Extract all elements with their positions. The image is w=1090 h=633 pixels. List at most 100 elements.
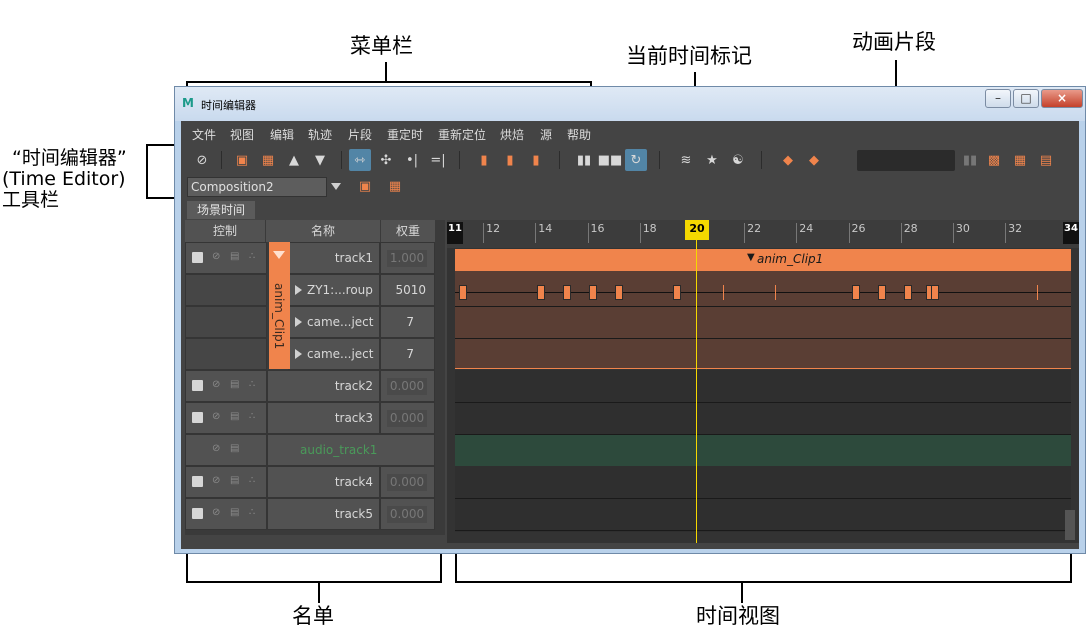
mute-icon[interactable]: ⊘ <box>212 411 220 422</box>
menu-track[interactable]: 轨迹 <box>308 126 332 143</box>
track-name-cell[interactable]: track3 <box>267 402 380 434</box>
menu-source[interactable]: 源 <box>540 126 552 143</box>
lock-icon[interactable]: ∴ <box>249 475 255 486</box>
menu-view[interactable]: 视图 <box>230 126 254 143</box>
collapse-arrow-icon[interactable] <box>273 251 285 259</box>
weight-field[interactable]: 0.000 <box>387 378 427 395</box>
keyframe-marker[interactable] <box>673 285 681 300</box>
chevron-down-icon[interactable] <box>331 183 341 190</box>
new-composition-icon[interactable]: ▣ <box>355 177 375 197</box>
mute-icon[interactable]: ⊘ <box>191 149 213 171</box>
solo-icon[interactable]: ▤ <box>230 411 239 422</box>
keyframe-marker[interactable] <box>459 285 467 300</box>
composition-list-icon[interactable]: ▦ <box>385 177 405 197</box>
curve-view-icon[interactable]: ▩ <box>983 149 1005 171</box>
lock-icon[interactable]: ∴ <box>249 379 255 390</box>
track-name-cell[interactable]: track1 <box>288 242 380 274</box>
track-name-cell[interactable]: track5 <box>267 498 380 530</box>
maximize-button[interactable]: □ <box>1013 89 1039 108</box>
current-time-marker[interactable]: 20 <box>685 220 709 240</box>
keyframe-tick[interactable] <box>723 285 724 300</box>
menu-edit[interactable]: 编辑 <box>270 126 294 143</box>
anim-clip-bar[interactable]: ▼ anim_Clip1 <box>455 249 1071 271</box>
hold-icon[interactable]: ▮▮ <box>573 149 595 171</box>
bar-icon[interactable]: ▮▮ <box>959 149 981 171</box>
range-start-marker[interactable]: 11 <box>447 222 463 244</box>
menu-relocate[interactable]: 重新定位 <box>438 126 486 143</box>
track-name-cell[interactable]: track2 <box>267 370 380 402</box>
layer-remove-icon[interactable]: ◆ <box>803 149 825 171</box>
mute-icon[interactable]: ⊘ <box>212 379 220 390</box>
keyframe-marker[interactable] <box>878 285 886 300</box>
keyframe-tick[interactable] <box>775 285 776 300</box>
add-track-above-icon[interactable]: ▲ <box>283 149 305 171</box>
weight-field[interactable]: 0.000 <box>387 474 427 491</box>
move-icon[interactable]: ✣ <box>375 149 397 171</box>
clip-label-column[interactable]: anim_Clip1 <box>269 242 290 369</box>
grid-view-icon[interactable]: ▦ <box>1009 149 1031 171</box>
enable-checkbox[interactable] <box>192 380 203 391</box>
create-group-icon[interactable]: ▦ <box>257 149 279 171</box>
weight-field[interactable]: 0.000 <box>387 410 427 427</box>
expand-arrow-icon[interactable] <box>295 317 302 327</box>
audio-track-name-cell[interactable]: audio_track1 <box>267 434 435 466</box>
mute-icon[interactable]: ⊘ <box>212 507 220 518</box>
time-view-panel[interactable]: 11 34 12 14 16 18 22 24 26 28 30 32 ▼ anim_Clip1 <box>447 220 1079 543</box>
keyframe-tick[interactable] <box>1037 285 1038 300</box>
mute-icon[interactable]: ⊘ <box>212 443 220 454</box>
solo-icon[interactable]: ▤ <box>230 475 239 486</box>
weight-field[interactable]: 0.000 <box>387 506 427 523</box>
keyframe-marker[interactable] <box>931 285 939 300</box>
expand-arrow-icon[interactable] <box>295 285 302 295</box>
create-clip-icon[interactable]: ▣ <box>231 149 253 171</box>
attr-name-cell[interactable]: ZY1:...roup <box>288 274 380 306</box>
menu-file[interactable]: 文件 <box>192 126 216 143</box>
lock-icon[interactable]: ∴ <box>249 507 255 518</box>
retarget-icon[interactable]: ☯ <box>727 149 749 171</box>
tab-scene-time[interactable]: 场景时间 <box>187 201 255 219</box>
enable-checkbox[interactable] <box>192 476 203 487</box>
snap-icon[interactable]: =| <box>427 149 449 171</box>
trim-left-icon[interactable]: ▮ <box>473 149 495 171</box>
move-key-icon[interactable]: ⇿ <box>349 149 371 171</box>
attr-name-cell[interactable]: came...ject <box>288 306 380 338</box>
layer-add-icon[interactable]: ◆ <box>777 149 799 171</box>
weight-field[interactable]: 1.000 <box>387 250 427 267</box>
minimize-button[interactable]: – <box>985 89 1011 108</box>
image-view-icon[interactable]: ▤ <box>1035 149 1057 171</box>
trim-right-icon[interactable]: ▮ <box>525 149 547 171</box>
menu-help[interactable]: 帮助 <box>567 126 591 143</box>
keyframe-marker[interactable] <box>537 285 545 300</box>
split-icon[interactable]: •| <box>401 149 423 171</box>
menu-bake[interactable]: 烘焙 <box>500 126 524 143</box>
search-field[interactable] <box>857 150 955 171</box>
range-end-marker[interactable]: 34 <box>1063 222 1079 244</box>
track-name-cell[interactable]: track4 <box>267 466 380 498</box>
vertical-scrollbar[interactable] <box>1065 510 1075 540</box>
composition-dropdown[interactable]: Composition2 <box>187 177 327 197</box>
lock-icon[interactable]: ∴ <box>249 251 255 262</box>
title-bar[interactable]: M 时间编辑器 – □ × <box>175 87 1085 121</box>
solo-icon[interactable]: ▤ <box>230 251 239 262</box>
expand-arrow-icon[interactable] <box>295 349 302 359</box>
trim-center-icon[interactable]: ▮ <box>499 149 521 171</box>
enable-checkbox[interactable] <box>192 412 203 423</box>
solo-icon[interactable]: ▤ <box>230 507 239 518</box>
character-icon[interactable]: ★ <box>701 149 723 171</box>
keyframe-marker[interactable] <box>852 285 860 300</box>
lock-icon[interactable]: ∴ <box>249 411 255 422</box>
blend-icon[interactable]: ■■ <box>598 149 623 171</box>
clip-expand-icon[interactable]: ▼ <box>747 252 755 263</box>
keyframe-marker[interactable] <box>563 285 571 300</box>
graph-editor-icon[interactable]: ≋ <box>675 149 697 171</box>
close-button[interactable]: × <box>1041 89 1083 108</box>
attr-name-cell[interactable]: came...ject <box>288 338 380 370</box>
mute-icon[interactable]: ⊘ <box>212 475 220 486</box>
enable-checkbox[interactable] <box>192 252 203 263</box>
loop-icon[interactable]: ↻ <box>625 149 647 171</box>
menu-clip[interactable]: 片段 <box>348 126 372 143</box>
keyframe-marker[interactable] <box>615 285 623 300</box>
add-track-below-icon[interactable]: ▼ <box>309 149 331 171</box>
enable-checkbox[interactable] <box>192 508 203 519</box>
keyframe-marker[interactable] <box>904 285 912 300</box>
